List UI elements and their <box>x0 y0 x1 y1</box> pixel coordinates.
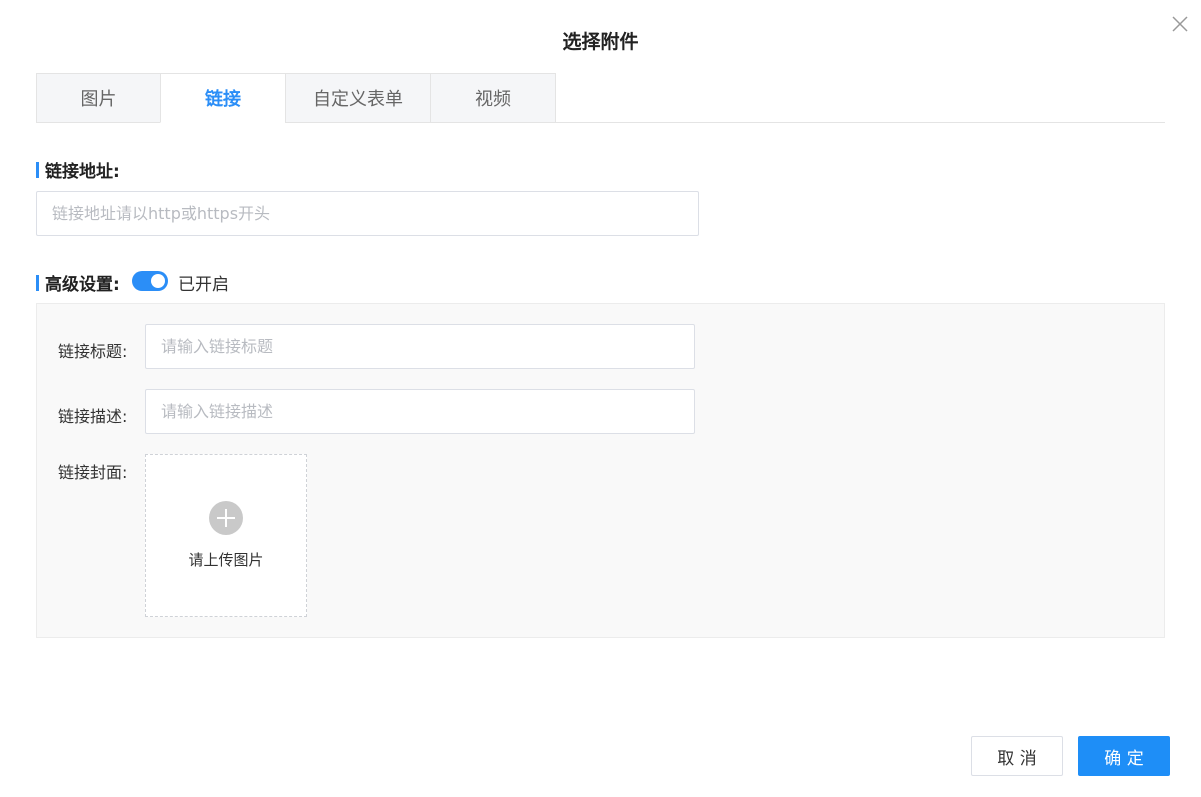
tab-bar: 图片 链接 自定义表单 视频 <box>36 73 1165 123</box>
close-icon[interactable] <box>1170 14 1190 34</box>
tab-custom-form[interactable]: 自定义表单 <box>285 73 431 123</box>
tab-video[interactable]: 视频 <box>430 73 556 123</box>
advanced-settings-label-text: 高级设置: <box>45 275 120 295</box>
link-url-label-text: 链接地址: <box>45 162 120 182</box>
tab-link[interactable]: 链接 <box>160 73 286 123</box>
advanced-settings-label: 高级设置: <box>36 270 120 295</box>
link-desc-input[interactable] <box>145 389 695 434</box>
advanced-settings-toggle[interactable] <box>132 271 168 291</box>
dialog-title: 选择附件 <box>562 31 639 53</box>
cover-upload-box[interactable]: 请上传图片 <box>145 454 307 617</box>
link-url-input[interactable] <box>36 191 699 236</box>
link-cover-label: 链接封面: <box>58 463 128 482</box>
toggle-knob <box>151 274 165 288</box>
link-title-label: 链接标题: <box>58 342 128 361</box>
link-desc-label: 链接描述: <box>58 407 128 426</box>
link-title-input[interactable] <box>145 324 695 369</box>
link-url-label: 链接地址: <box>36 157 120 182</box>
upload-text: 请上传图片 <box>188 551 264 569</box>
section-marker <box>36 274 39 291</box>
section-marker <box>36 161 39 178</box>
cancel-button[interactable]: 取 消 <box>971 736 1063 776</box>
advanced-status-text: 已开启 <box>178 275 229 295</box>
advanced-settings-panel: 链接标题: 链接描述: 链接封面: 请上传图片 <box>36 303 1165 638</box>
confirm-button[interactable]: 确 定 <box>1078 736 1170 776</box>
plus-icon <box>209 501 243 535</box>
tab-image[interactable]: 图片 <box>36 73 161 123</box>
